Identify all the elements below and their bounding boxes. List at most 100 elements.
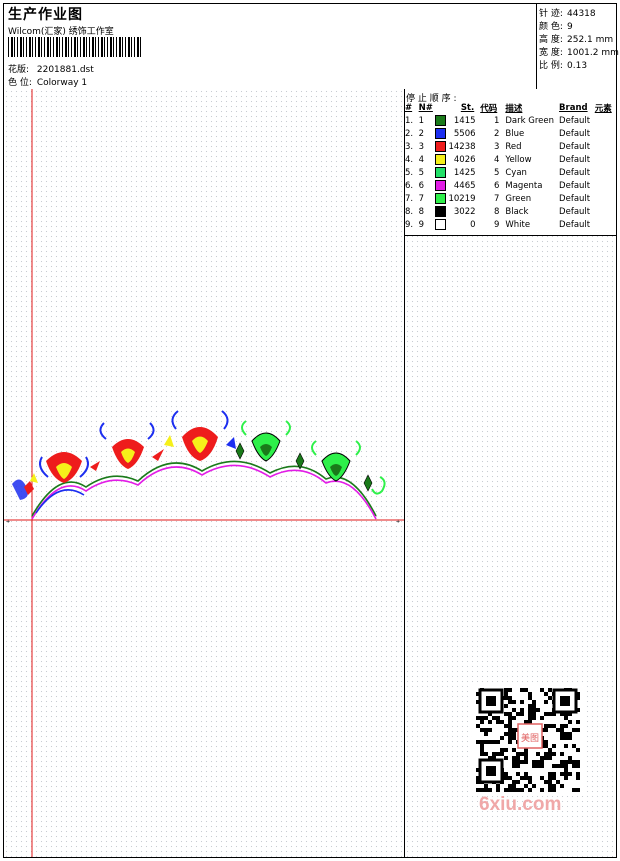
stop-row: 7. 7 10219 7 Green Default (405, 192, 616, 205)
stop-brand: Default (559, 128, 591, 139)
qr-module (568, 720, 572, 724)
stop-element (595, 114, 616, 127)
stop-row: 4. 4 4026 4 Yellow Default (405, 153, 616, 166)
stop-stitch-count: 1415 (453, 116, 476, 126)
qr-module (560, 784, 564, 788)
qr-module (508, 720, 512, 724)
stop-code: 9 (493, 219, 500, 230)
qr-module (556, 780, 560, 784)
qr-module (496, 716, 500, 720)
qr-module (536, 752, 540, 756)
qr-module (576, 720, 580, 724)
stop-element (595, 127, 616, 140)
qr-module (532, 704, 536, 708)
qr-module (508, 776, 512, 780)
qr-module (556, 764, 560, 768)
qr-module (496, 720, 500, 724)
color-swatch-box (434, 206, 446, 217)
stop-index: 6. (405, 180, 414, 191)
qr-module (476, 724, 480, 728)
stop-row: 5. 5 1425 5 Cyan Default (405, 166, 616, 179)
stats-panel: 针 迹: 44318 颜 色: 9 高 度: 252.1 mm 宽 度: 1001.2 … (536, 4, 619, 89)
stop-code: 2 (493, 128, 500, 139)
stop-row: 1. 1 1415 1 Dark Green Default (405, 114, 616, 127)
stop-brand: Default (559, 154, 591, 165)
qr-module (512, 760, 516, 764)
qr-module (512, 788, 516, 792)
qr-module (544, 740, 548, 744)
qr-module (508, 788, 512, 792)
qr-module (516, 780, 520, 784)
stop-needle: 3 (418, 141, 425, 152)
stop-brand: Default (559, 219, 591, 230)
qr-module (504, 704, 508, 708)
qr-module (528, 696, 532, 700)
qr-module (536, 764, 540, 768)
qr-module (480, 740, 484, 744)
stop-row: 2. 2 5506 2 Blue Default (405, 127, 616, 140)
qr-module (508, 732, 512, 736)
color-swatch: 3022 (434, 205, 481, 218)
qr-stamp: 美图 (521, 732, 539, 744)
qr-module (540, 776, 544, 780)
qr-module (532, 700, 536, 704)
qr-module (484, 784, 488, 788)
qr-module (512, 708, 516, 712)
qr-module (524, 784, 528, 788)
qr-module (480, 788, 484, 792)
qr-module (564, 732, 568, 736)
qr-module (568, 732, 572, 736)
qr-module (512, 732, 516, 736)
qr-module (544, 692, 548, 696)
qr-module (516, 788, 520, 792)
stop-description: Green (505, 193, 532, 204)
stop-description: Yellow (505, 154, 532, 165)
qr-module (512, 748, 516, 752)
qr-module (560, 760, 564, 764)
qr-module (560, 736, 564, 740)
qr-module (572, 744, 576, 748)
qr-module (544, 780, 548, 784)
qr-module (508, 736, 512, 740)
qr-module (480, 716, 484, 720)
header-index: # (405, 102, 413, 113)
qr-module (476, 740, 480, 744)
qr-module (516, 764, 520, 768)
color-swatch: 0 (434, 218, 481, 231)
stop-stitch-count: 4026 (453, 155, 476, 165)
qr-module (508, 716, 512, 720)
header-code: 代码 (480, 103, 498, 114)
design-file-row: 花版: 2201881.dst (8, 62, 94, 75)
qr-module (548, 688, 552, 692)
production-worksheet: 生产作业图 Wilcom(汇家) 绣饰工作室 花版: 2201881.dst 色… (3, 3, 619, 858)
stop-code: 4 (493, 154, 500, 165)
qr-module (564, 768, 568, 772)
qr-module (476, 788, 480, 792)
qr-module (560, 764, 564, 768)
colorway-value: Colorway 1 (36, 78, 88, 88)
qr-module (520, 688, 524, 692)
design-value: 2201881.dst (36, 65, 94, 75)
stop-needle: 5 (418, 167, 425, 178)
qr-module (500, 748, 504, 752)
qr-module (504, 712, 508, 716)
qr-module (560, 752, 564, 756)
qr-module (504, 688, 508, 692)
qr-module (500, 720, 504, 724)
stop-stitch-count: 14238 (448, 142, 476, 152)
stop-element (595, 140, 616, 153)
qr-module (500, 736, 504, 740)
color-swatch-box (434, 193, 446, 204)
qr-module (544, 756, 548, 760)
qr-module (564, 764, 568, 768)
color-swatch-box (434, 167, 446, 178)
qr-module (544, 752, 548, 756)
color-swatch: 4026 (434, 153, 481, 166)
stat-colors: 颜 色: 9 (539, 22, 573, 32)
qr-module (520, 708, 524, 712)
qr-module (548, 776, 552, 780)
stop-code: 8 (493, 206, 500, 217)
stop-row: 6. 6 4465 6 Magenta Default (405, 179, 616, 192)
qr-module (524, 752, 528, 756)
qr-module (512, 728, 516, 732)
